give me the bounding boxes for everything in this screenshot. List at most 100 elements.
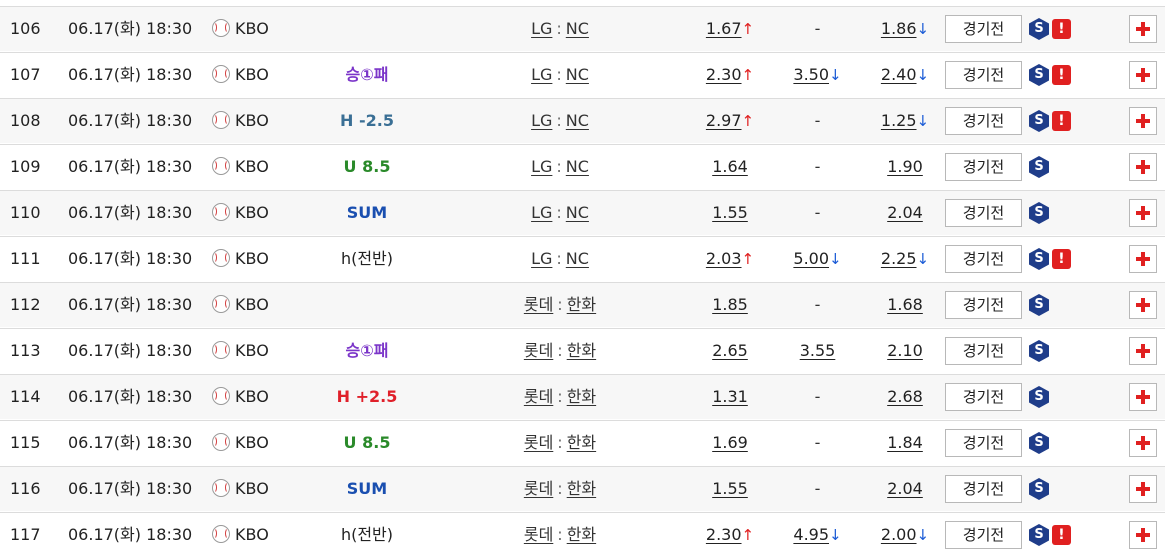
home-team-link[interactable]: LG (531, 65, 552, 84)
add-bet-plus-button[interactable] (1129, 337, 1157, 365)
win-odds-link[interactable]: 2.65 (712, 341, 748, 360)
special-s-icon[interactable]: S (1029, 110, 1049, 132)
lose-odds-link[interactable]: 2.25 (881, 249, 917, 268)
home-team-link[interactable]: LG (531, 249, 552, 268)
pre-game-button[interactable]: 경기전 (945, 337, 1022, 365)
win-odds-link[interactable]: 1.55 (712, 203, 748, 222)
special-s-icon[interactable]: S (1029, 202, 1049, 224)
away-team-link[interactable]: 한화 (567, 479, 596, 498)
away-team-link[interactable]: NC (566, 65, 589, 84)
draw-odds-link[interactable]: - (815, 19, 821, 38)
pre-game-button[interactable]: 경기전 (945, 199, 1022, 227)
away-team-link[interactable]: NC (566, 249, 589, 268)
win-odds-link[interactable]: 1.64 (712, 157, 748, 176)
home-team-link[interactable]: 롯데 (524, 433, 553, 452)
add-bet-plus-button[interactable] (1129, 107, 1157, 135)
home-team-link[interactable]: LG (531, 111, 552, 130)
warning-icon[interactable]: ! (1052, 249, 1071, 269)
special-s-icon[interactable]: S (1029, 478, 1049, 500)
home-team-link[interactable]: 롯데 (524, 387, 553, 406)
draw-odds-link[interactable]: - (815, 203, 821, 222)
away-team-link[interactable]: 한화 (567, 387, 596, 406)
win-odds-link[interactable]: 2.30 (706, 65, 742, 84)
home-team-link[interactable]: LG (531, 157, 552, 176)
win-odds-link[interactable]: 1.69 (712, 433, 748, 452)
win-odds-link[interactable]: 2.30 (706, 525, 742, 544)
lose-odds-link[interactable]: 2.04 (887, 479, 923, 498)
pre-game-button[interactable]: 경기전 (945, 15, 1022, 43)
home-team-link[interactable]: 롯데 (524, 479, 553, 498)
pre-game-button[interactable]: 경기전 (945, 475, 1022, 503)
draw-odds-link[interactable]: - (815, 295, 821, 314)
win-odds-link[interactable]: 1.67 (706, 19, 742, 38)
draw-odds-link[interactable]: 3.50 (793, 65, 829, 84)
add-bet-plus-button[interactable] (1129, 291, 1157, 319)
special-s-icon[interactable]: S (1029, 340, 1049, 362)
win-odds-link[interactable]: 1.55 (712, 479, 748, 498)
win-odds-link[interactable]: 1.31 (712, 387, 748, 406)
lose-odds-link[interactable]: 1.84 (887, 433, 923, 452)
warning-icon[interactable]: ! (1052, 65, 1071, 85)
lose-odds-link[interactable]: 1.25 (881, 111, 917, 130)
away-team-link[interactable]: NC (566, 19, 589, 38)
special-s-icon[interactable]: S (1029, 432, 1049, 454)
add-bet-plus-button[interactable] (1129, 383, 1157, 411)
draw-odds-link[interactable]: - (815, 387, 821, 406)
draw-odds-link[interactable]: - (815, 433, 821, 452)
lose-odds-link[interactable]: 1.68 (887, 295, 923, 314)
add-bet-plus-button[interactable] (1129, 521, 1157, 549)
win-odds-link[interactable]: 2.03 (706, 249, 742, 268)
add-bet-plus-button[interactable] (1129, 245, 1157, 273)
special-s-icon[interactable]: S (1029, 18, 1049, 40)
warning-icon[interactable]: ! (1052, 111, 1071, 131)
pre-game-button[interactable]: 경기전 (945, 61, 1022, 89)
pre-game-button[interactable]: 경기전 (945, 429, 1022, 457)
home-team-link[interactable]: LG (531, 19, 552, 38)
pre-game-button[interactable]: 경기전 (945, 383, 1022, 411)
pre-game-button[interactable]: 경기전 (945, 107, 1022, 135)
warning-icon[interactable]: ! (1052, 525, 1071, 545)
pre-game-button[interactable]: 경기전 (945, 291, 1022, 319)
away-team-link[interactable]: 한화 (567, 341, 596, 360)
lose-odds-link[interactable]: 1.90 (887, 157, 923, 176)
pre-game-button[interactable]: 경기전 (945, 153, 1022, 181)
home-team-link[interactable]: 롯데 (524, 341, 553, 360)
special-s-icon[interactable]: S (1029, 156, 1049, 178)
home-team-link[interactable]: LG (531, 203, 552, 222)
add-bet-plus-button[interactable] (1129, 61, 1157, 89)
away-team-link[interactable]: 한화 (567, 295, 596, 314)
away-team-link[interactable]: 한화 (567, 433, 596, 452)
special-s-icon[interactable]: S (1029, 386, 1049, 408)
win-odds-link[interactable]: 2.97 (706, 111, 742, 130)
add-bet-plus-button[interactable] (1129, 15, 1157, 43)
draw-odds-link[interactable]: 3.55 (800, 341, 836, 360)
add-bet-plus-button[interactable] (1129, 199, 1157, 227)
draw-odds-link[interactable]: - (815, 479, 821, 498)
lose-odds-link[interactable]: 1.86 (881, 19, 917, 38)
draw-odds-link[interactable]: 5.00 (793, 249, 829, 268)
home-team-link[interactable]: 롯데 (524, 525, 553, 544)
draw-odds-link[interactable]: - (815, 157, 821, 176)
warning-icon[interactable]: ! (1052, 19, 1071, 39)
lose-odds-link[interactable]: 2.10 (887, 341, 923, 360)
away-team-link[interactable]: NC (566, 111, 589, 130)
pre-game-button[interactable]: 경기전 (945, 245, 1022, 273)
add-bet-plus-button[interactable] (1129, 475, 1157, 503)
away-team-link[interactable]: NC (566, 157, 589, 176)
pre-game-button[interactable]: 경기전 (945, 521, 1022, 549)
special-s-icon[interactable]: S (1029, 524, 1049, 546)
lose-odds-link[interactable]: 2.00 (881, 525, 917, 544)
away-team-link[interactable]: 한화 (567, 525, 596, 544)
home-team-link[interactable]: 롯데 (524, 295, 553, 314)
win-odds-link[interactable]: 1.85 (712, 295, 748, 314)
draw-odds-link[interactable]: - (815, 111, 821, 130)
lose-odds-link[interactable]: 2.68 (887, 387, 923, 406)
lose-odds-link[interactable]: 2.40 (881, 65, 917, 84)
special-s-icon[interactable]: S (1029, 64, 1049, 86)
draw-odds-link[interactable]: 4.95 (793, 525, 829, 544)
special-s-icon[interactable]: S (1029, 294, 1049, 316)
special-s-icon[interactable]: S (1029, 248, 1049, 270)
add-bet-plus-button[interactable] (1129, 153, 1157, 181)
away-team-link[interactable]: NC (566, 203, 589, 222)
lose-odds-link[interactable]: 2.04 (887, 203, 923, 222)
